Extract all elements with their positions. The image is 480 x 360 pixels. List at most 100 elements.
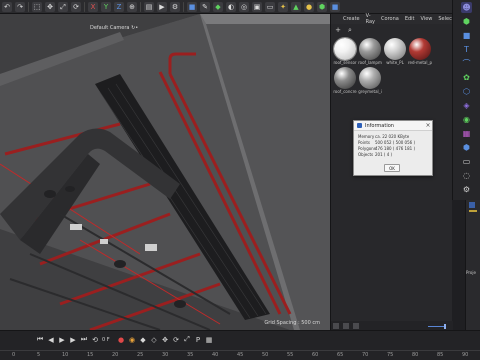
coordinate-icon[interactable]: ⊕ <box>127 1 137 12</box>
rotate-icon[interactable]: ⟳ <box>71 1 81 12</box>
ok-button[interactable]: OK <box>384 164 400 172</box>
prev-key-icon[interactable]: ◀ <box>47 336 55 344</box>
material-swatch[interactable]: roof_concre <box>333 67 357 94</box>
material-icon[interactable]: ▦ <box>461 128 472 139</box>
thumbnail-size-slider[interactable] <box>428 324 446 329</box>
spline-icon[interactable]: ⌒ <box>461 58 472 69</box>
loop-icon[interactable]: ⟲ <box>91 336 99 344</box>
undo-icon[interactable]: ↶ <box>2 1 12 12</box>
render-icon[interactable]: ▶ <box>157 1 167 12</box>
keyframe-icon[interactable]: ◆ <box>139 336 147 344</box>
frame-tick-label: 90 <box>462 352 469 358</box>
mograph-icon[interactable]: ✿ <box>461 72 472 83</box>
next-key-icon[interactable]: ▶ <box>69 336 77 344</box>
material-grid: roof_sensor roof_lampm white_PL red-metal_p… <box>333 37 451 94</box>
scale-key-icon[interactable]: ⤢ <box>183 335 191 344</box>
app-logo-icon <box>357 123 362 128</box>
filter-icon[interactable] <box>353 322 359 329</box>
material-preview <box>334 67 356 89</box>
highlight-bar <box>469 210 477 212</box>
play-icon[interactable]: ▶ <box>58 336 66 344</box>
settings-icon[interactable]: ⚙ <box>461 184 472 195</box>
python-icon[interactable]: ● <box>304 1 314 12</box>
frame-tick-label: 45 <box>237 352 244 358</box>
material-swatch[interactable]: roof_sensor <box>333 37 357 65</box>
current-frame-field[interactable]: 0 F <box>102 337 114 343</box>
frame-tick-label: 55 <box>287 352 294 358</box>
deformer-icon[interactable]: ⬡ <box>461 86 472 97</box>
frame-tick-label: 25 <box>137 352 144 358</box>
move-icon[interactable]: ✥ <box>45 1 55 12</box>
cube-icon[interactable]: ■ <box>187 1 197 12</box>
render-settings-icon[interactable]: ⚙ <box>170 1 180 12</box>
select-icon[interactable]: ⬚ <box>32 1 42 12</box>
text-icon[interactable]: T <box>461 44 472 55</box>
field-icon[interactable]: ◎ <box>239 1 249 12</box>
y-axis-icon[interactable]: Y <box>101 1 111 12</box>
position-key-icon[interactable]: ✥ <box>161 336 169 344</box>
material-swatch[interactable]: roof_lampm <box>358 38 382 65</box>
menu-create[interactable]: Create <box>343 16 360 22</box>
mode-button[interactable] <box>469 202 475 208</box>
list-view-icon[interactable] <box>343 322 349 329</box>
camera-icon[interactable]: ▭ <box>265 1 275 12</box>
python-icon[interactable]: ⬢ <box>461 16 472 27</box>
material-swatch[interactable]: white_PL <box>383 38 407 65</box>
menu-view[interactable]: View <box>421 16 433 22</box>
plugin-icon[interactable]: ⬢ <box>317 1 327 12</box>
scale-icon[interactable]: ⤢ <box>58 1 68 12</box>
x-axis-icon[interactable]: X <box>88 1 98 12</box>
keyframe-sel-icon[interactable]: ◇ <box>150 336 158 344</box>
material-preview <box>359 67 381 89</box>
material-preview <box>359 38 381 60</box>
menu-corona[interactable]: Corona <box>381 16 399 22</box>
menu-edit[interactable]: Edit <box>405 16 415 22</box>
toolbar-divider <box>84 1 85 12</box>
light-icon[interactable]: ◌ <box>461 170 472 181</box>
material-preview <box>333 37 357 61</box>
layout-icon[interactable]: ■ <box>330 1 340 12</box>
slider-handle[interactable] <box>444 324 446 329</box>
add-material-icon[interactable]: + <box>334 26 342 34</box>
material-swatch[interactable]: greymetal_i <box>358 67 382 94</box>
tag-icon[interactable]: ◈ <box>461 100 472 111</box>
main-toolbar: ↶ ↷ ⬚ ✥ ⤢ ⟳ X Y Z ⊕ ▤ ▶ ⚙ ■ ✎ ◆ ◐ ◎ ▣ ▭ … <box>0 0 452 14</box>
playback-controls: ⏮ ◀ ▶ ▶ ⏭ ⟲ 0 F ● ◉ ◆ ◇ ✥ ⟳ ⤢ P ▦ <box>36 335 213 344</box>
frame-ruler[interactable]: 0 5 10 15 20 25 30 35 40 45 50 55 60 65 70 75 80 85 90 <box>0 350 480 360</box>
dialog-title: Information <box>365 122 394 129</box>
material-swatch[interactable]: red-metal_pi <box>408 38 432 65</box>
material-preview <box>409 38 431 60</box>
cube-icon[interactable]: ■ <box>461 30 472 41</box>
camera-label[interactable]: Default Camera ↻• <box>90 25 138 31</box>
goto-end-icon[interactable]: ⏭ <box>80 335 88 344</box>
close-icon[interactable]: × <box>424 122 432 129</box>
deformer-icon[interactable]: ◐ <box>226 1 236 12</box>
spline-pen-icon[interactable]: ✎ <box>200 1 210 12</box>
3d-viewport[interactable]: Default Camera ↻• Grid Spacing : 500 cm <box>0 14 330 330</box>
goto-start-icon[interactable]: ⏮ <box>36 335 44 344</box>
render-view-icon[interactable]: ▤ <box>144 1 154 12</box>
redo-icon[interactable]: ↷ <box>15 1 25 12</box>
search-icon[interactable]: ⌕ <box>346 26 354 35</box>
generator-icon[interactable]: ◆ <box>213 1 223 12</box>
tag-icon[interactable]: ▲ <box>291 1 301 12</box>
project-tab[interactable]: Proje <box>466 270 480 275</box>
frame-tick-label: 10 <box>62 352 69 358</box>
menu-vray[interactable]: V-Ray <box>366 13 375 25</box>
rotation-key-icon[interactable]: ⟳ <box>172 336 180 344</box>
camera-icon[interactable]: ▭ <box>461 156 472 167</box>
autokey-icon[interactable]: ◉ <box>128 336 136 344</box>
light-icon[interactable]: ✦ <box>278 1 288 12</box>
timeline-settings-icon[interactable]: ▦ <box>205 336 213 344</box>
param-key-icon[interactable]: P <box>194 336 202 344</box>
z-axis-icon[interactable]: Z <box>114 1 124 12</box>
record-icon[interactable]: ● <box>117 336 125 344</box>
material-name: roof_lampm <box>358 60 382 65</box>
grid-view-icon[interactable] <box>333 322 339 329</box>
effector-icon[interactable]: ⬢ <box>461 142 472 153</box>
field-icon[interactable]: ◉ <box>461 114 472 125</box>
frame-tick-label: 30 <box>162 352 169 358</box>
user-icon[interactable]: ☻ <box>461 2 472 13</box>
scene-icon[interactable]: ▣ <box>252 1 262 12</box>
material-menubar: Create V-Ray Corona Edit View Select <box>331 13 454 25</box>
